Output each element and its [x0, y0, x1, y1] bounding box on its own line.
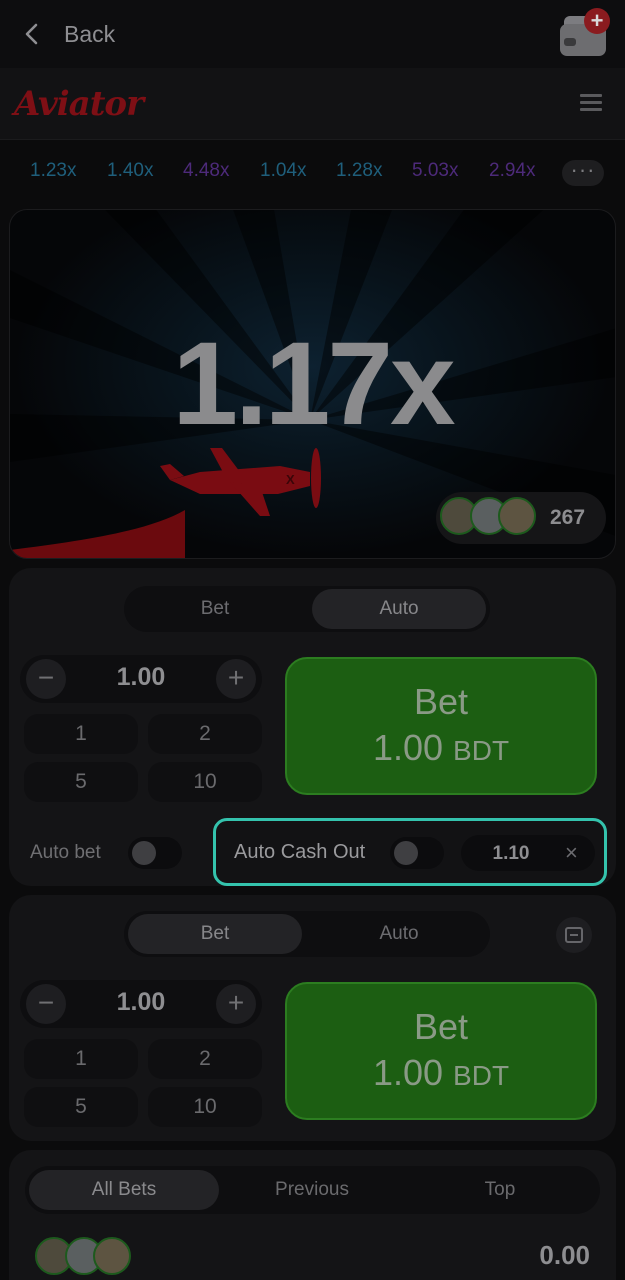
multiplier-item: 2.94x: [489, 160, 536, 181]
bet-amount-input[interactable]: 1.00: [70, 663, 212, 692]
chip-5[interactable]: 5: [24, 762, 138, 802]
auto-cashout-label: Auto Cash Out: [234, 841, 366, 863]
bet-mode-toggle-1: Bet Auto: [124, 586, 490, 632]
chip-5[interactable]: 5: [24, 1087, 138, 1127]
chip-2[interactable]: 2: [148, 714, 262, 754]
place-bet-button-2[interactable]: Bet 1.00 BDT: [285, 982, 597, 1120]
multiplier-item: 1.28x: [336, 160, 383, 181]
chip-10[interactable]: 10: [148, 762, 262, 802]
plus-badge-icon: +: [584, 8, 610, 34]
back-button[interactable]: Back: [20, 16, 115, 52]
chip-1[interactable]: 1: [24, 1039, 138, 1079]
bet-mode-toggle-2: Bet Auto: [124, 911, 490, 957]
multiplier-item: 5.03x: [412, 160, 459, 181]
avatar: [93, 1237, 131, 1275]
tab-auto[interactable]: Auto: [312, 589, 486, 629]
multiplier-item: 1.40x: [107, 160, 154, 181]
increase-button[interactable]: +: [216, 659, 256, 699]
auto-cashout-box: Auto Cash Out 1.10 ×: [213, 818, 607, 886]
chevron-left-icon: [20, 16, 44, 52]
chip-1[interactable]: 1: [24, 714, 138, 754]
bet-amount-input[interactable]: 1.00: [70, 988, 212, 1017]
tab-top[interactable]: Top: [405, 1170, 595, 1210]
multiplier-item: 1.23x: [30, 160, 77, 181]
tab-previous[interactable]: Previous: [217, 1170, 407, 1210]
bet-button-title: Bet: [413, 681, 469, 722]
logo-bar: Aviator: [0, 68, 625, 140]
bets-panel: All Bets Previous Top 0.00: [9, 1150, 616, 1280]
tab-bet[interactable]: Bet: [128, 589, 302, 629]
auto-bet-toggle[interactable]: [128, 837, 182, 869]
tab-all-bets[interactable]: All Bets: [29, 1170, 219, 1210]
bet-button-currency: BDT: [453, 1060, 510, 1091]
clear-icon[interactable]: ×: [565, 840, 578, 866]
place-bet-button-1[interactable]: Bet 1.00 BDT: [285, 657, 597, 795]
chip-10[interactable]: 10: [148, 1087, 262, 1127]
airplane-icon: X: [160, 448, 321, 516]
players-counter: 267: [436, 492, 606, 544]
bet-button-amount: 1.00: [372, 727, 444, 768]
avatar: [498, 497, 536, 535]
more-multipliers-button[interactable]: ···: [562, 159, 604, 186]
auto-cashout-input[interactable]: 1.10 ×: [461, 835, 595, 871]
bets-tabs: All Bets Previous Top: [25, 1166, 600, 1214]
wallet-icon[interactable]: +: [558, 8, 610, 58]
players-count: 267: [550, 506, 586, 529]
aviator-logo: Aviator: [14, 84, 144, 124]
bet-button-title: Bet: [413, 1006, 469, 1047]
remove-panel-button[interactable]: [556, 917, 592, 953]
minus-square-icon: [565, 927, 583, 943]
chip-2[interactable]: 2: [148, 1039, 262, 1079]
auto-bet-label: Auto bet: [30, 842, 101, 863]
back-label: Back: [64, 20, 116, 47]
auto-cashout-toggle[interactable]: [390, 837, 444, 869]
menu-icon[interactable]: [580, 94, 602, 112]
tab-bet[interactable]: Bet: [128, 914, 302, 954]
multiplier-item: 4.48x: [183, 160, 230, 181]
top-bar: Back +: [0, 0, 625, 68]
current-multiplier: 1.17x: [172, 318, 455, 450]
tab-auto[interactable]: Auto: [312, 914, 486, 954]
auto-cashout-value: 1.10: [492, 843, 530, 864]
decrease-button[interactable]: −: [26, 659, 66, 699]
amount-stepper-1: − 1.00 +: [20, 655, 262, 703]
multiplier-history: 1.23x 1.40x 4.48x 1.04x 1.28x 5.03x 2.94…: [0, 150, 625, 194]
svg-text:X: X: [286, 472, 295, 487]
increase-button[interactable]: +: [216, 984, 256, 1024]
bets-total: 0.00: [539, 1240, 590, 1270]
amount-stepper-2: − 1.00 +: [20, 980, 262, 1028]
bet-button-currency: BDT: [453, 735, 510, 766]
decrease-button[interactable]: −: [26, 984, 66, 1024]
bet-button-amount: 1.00: [372, 1052, 444, 1093]
multiplier-item: 1.04x: [260, 160, 307, 181]
